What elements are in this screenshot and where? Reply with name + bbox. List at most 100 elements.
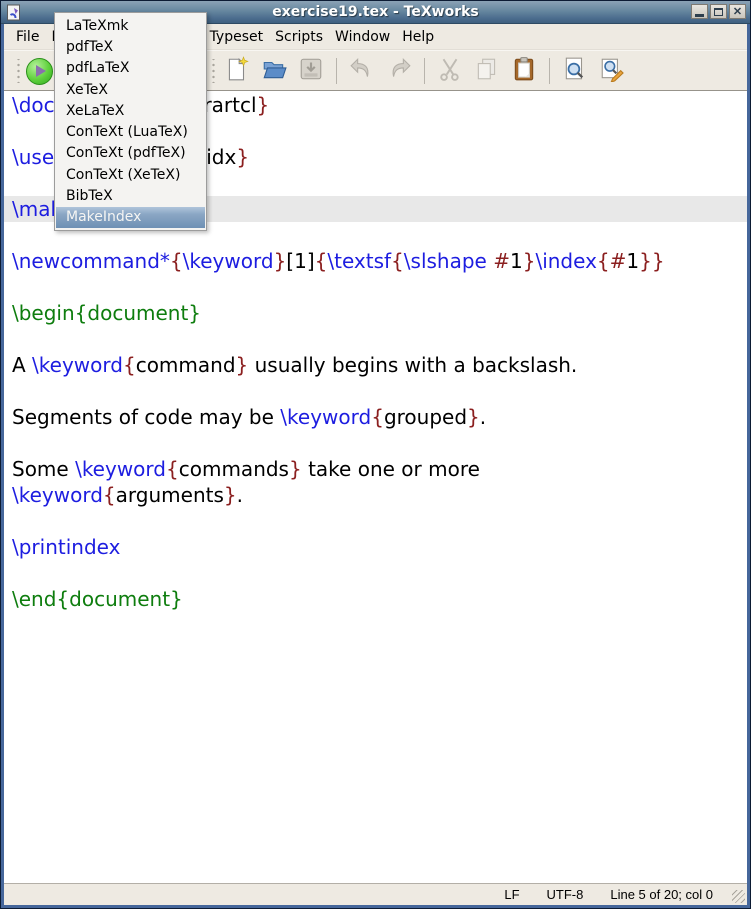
code-token: \slshape [404, 249, 487, 273]
new-file-icon [224, 56, 250, 87]
code-token: # [493, 249, 510, 273]
editor-line-11[interactable]: A \keyword{command} usually begins with … [4, 352, 747, 378]
code-token: } [467, 405, 480, 429]
code-token: \keyword [12, 483, 103, 507]
code-token: } [236, 145, 249, 169]
menu-item-typeset[interactable]: Typeset [204, 26, 270, 48]
statusbar: LF UTF-8 Line 5 of 20; col 0 [4, 883, 747, 905]
cursor-position-indicator: Line 5 of 20; col 0 [610, 887, 713, 902]
paste-icon [511, 56, 537, 87]
code-token: commands [179, 457, 289, 481]
code-token: { [315, 249, 328, 273]
menu-item-help[interactable]: Help [396, 26, 440, 48]
editor-line-17[interactable] [4, 508, 747, 534]
code-token: } [523, 249, 536, 273]
typeset-dropdown-menu: LaTeXmkpdfTeXpdfLaTeXXeTeXXeLaTeXConTeXt… [54, 12, 207, 231]
code-token: } [236, 353, 249, 377]
code-token: usually begins with a backslash. [248, 353, 577, 377]
open-file-icon [261, 56, 287, 87]
code-token: \keyword [75, 457, 166, 481]
paste-button[interactable] [508, 55, 540, 87]
editor-line-7[interactable]: \newcommand*{\keyword}[1]{\textsf{\slsha… [4, 248, 747, 274]
code-token: # [610, 249, 627, 273]
toolbar-drag-handle[interactable] [16, 59, 21, 83]
undo-icon [349, 56, 375, 87]
find-replace-button[interactable] [596, 55, 628, 87]
code-token: { [170, 249, 183, 273]
code-token: } [639, 249, 652, 273]
texworks-window: exercise19.tex - TeXworks ✕ FileEditType… [0, 0, 751, 909]
cut-button[interactable] [434, 55, 466, 87]
editor-line-19[interactable] [4, 560, 747, 586]
editor-line-20[interactable]: \end{document} [4, 586, 747, 612]
editor-line-10[interactable] [4, 326, 747, 352]
typeset-option-context-xetex[interactable]: ConTeXt (XeTeX) [56, 164, 205, 185]
editor-line-8[interactable] [4, 274, 747, 300]
editor-line-18[interactable]: \printindex [4, 534, 747, 560]
code-token: { [123, 353, 136, 377]
code-token: { [166, 457, 179, 481]
toolbar-separator [336, 58, 337, 84]
minimize-icon [695, 14, 704, 17]
code-token: \index [535, 249, 596, 273]
code-token: . [480, 405, 486, 429]
code-token: { [391, 249, 404, 273]
typeset-option-latexmk[interactable]: LaTeXmk [56, 15, 205, 36]
typeset-option-xetex[interactable]: XeTeX [56, 79, 205, 100]
copy-button[interactable] [471, 55, 503, 87]
editor-line-15[interactable]: Some \keyword{commands} take one or more [4, 456, 747, 482]
editor-line-14[interactable] [4, 430, 747, 456]
typeset-option-xelatex[interactable]: XeLaTeX [56, 100, 205, 121]
code-token: } [274, 249, 287, 273]
close-button[interactable]: ✕ [729, 4, 746, 19]
code-token: 1 [510, 249, 523, 273]
code-token: \keyword [32, 353, 123, 377]
typeset-option-makeindex[interactable]: MakeIndex [56, 207, 205, 228]
typeset-button[interactable] [26, 58, 53, 85]
code-token: { [597, 249, 610, 273]
code-token: \end{document} [12, 587, 183, 611]
typeset-option-bibtex[interactable]: BibTeX [56, 185, 205, 206]
editor-line-9[interactable]: \begin{document} [4, 300, 747, 326]
code-token: A [12, 353, 32, 377]
encoding-indicator: UTF-8 [547, 887, 584, 902]
menu-item-window[interactable]: Window [329, 26, 396, 48]
code-token: \keyword [183, 249, 274, 273]
code-token: { [371, 405, 384, 429]
copy-icon [474, 56, 500, 87]
typeset-option-pdftex[interactable]: pdfTeX [56, 36, 205, 57]
find-icon [562, 56, 588, 87]
cut-icon [437, 56, 463, 87]
code-token: \keyword [280, 405, 371, 429]
minimize-button[interactable] [691, 4, 708, 19]
editor-line-12[interactable] [4, 378, 747, 404]
code-token: } [257, 93, 270, 117]
code-token: } [652, 249, 665, 273]
open-file-button[interactable] [258, 55, 290, 87]
maximize-button[interactable] [710, 4, 727, 19]
menu-item-scripts[interactable]: Scripts [269, 26, 329, 48]
line-ending-indicator: LF [504, 887, 519, 902]
new-file-button[interactable] [221, 55, 253, 87]
redo-icon [386, 56, 412, 87]
typeset-option-context-luatex[interactable]: ConTeXt (LuaTeX) [56, 121, 205, 142]
find-replace-icon [599, 56, 625, 87]
redo-button[interactable] [383, 55, 415, 87]
toolbar-separator [424, 58, 425, 84]
editor-line-16[interactable]: \keyword{arguments}. [4, 482, 747, 508]
save-file-button[interactable] [295, 55, 327, 87]
find-button[interactable] [559, 55, 591, 87]
code-token: { [103, 483, 116, 507]
code-token: command [136, 353, 236, 377]
typeset-option-pdflatex[interactable]: pdfLaTeX [56, 58, 205, 79]
code-token: Segments of code may be [12, 405, 280, 429]
editor-line-13[interactable]: Segments of code may be \keyword{grouped… [4, 404, 747, 430]
resize-grip[interactable] [732, 890, 745, 903]
code-token: . [237, 483, 243, 507]
toolbar-drag-handle[interactable] [211, 59, 216, 83]
menu-item-file[interactable]: File [10, 26, 45, 48]
code-token: } [289, 457, 302, 481]
typeset-option-context-pdftex[interactable]: ConTeXt (pdfTeX) [56, 143, 205, 164]
code-token: [1] [286, 249, 314, 273]
undo-button[interactable] [346, 55, 378, 87]
